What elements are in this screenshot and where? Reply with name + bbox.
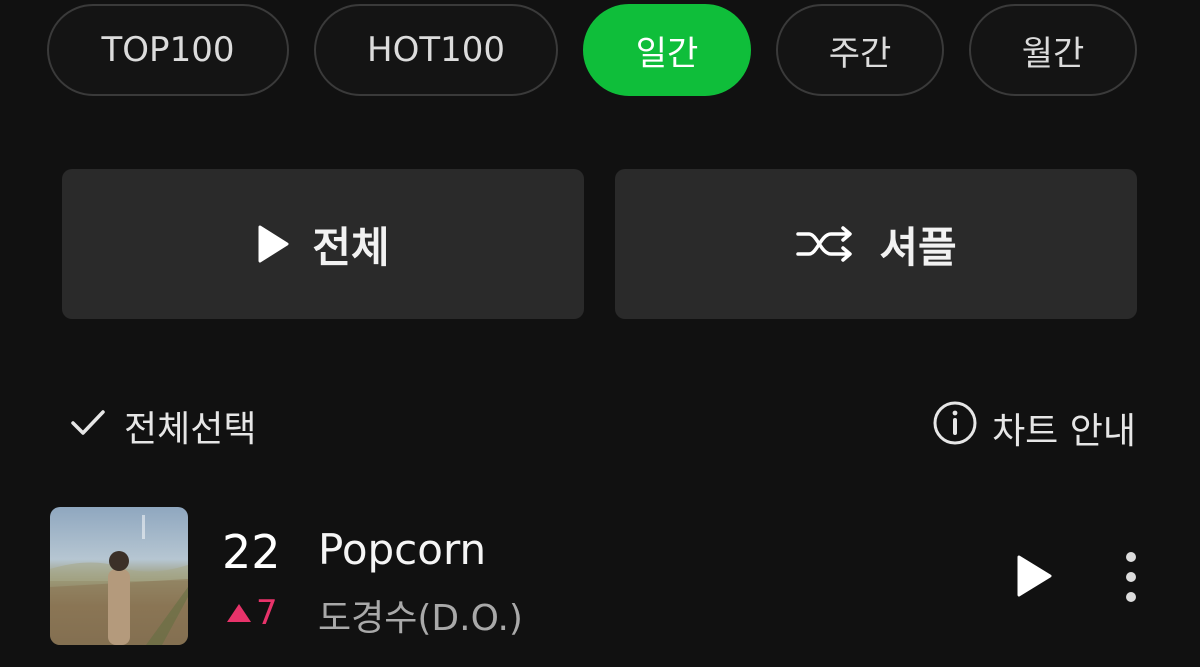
play-icon — [1014, 555, 1054, 603]
more-vertical-icon — [1120, 552, 1142, 607]
play-all-button[interactable]: 전체 — [62, 169, 584, 319]
shuffle-button[interactable]: 셔플 — [615, 169, 1137, 319]
more-options-button[interactable] — [1120, 551, 1142, 607]
rank-number: 22 — [222, 525, 281, 579]
song-title[interactable]: Popcorn — [318, 525, 486, 574]
check-icon — [70, 406, 106, 447]
tab-daily[interactable]: 일간 — [583, 4, 751, 96]
tab-weekly[interactable]: 주간 — [776, 4, 944, 96]
select-all-label: 전체선택 — [124, 409, 257, 450]
tab-hot100[interactable]: HOT100 — [314, 4, 558, 96]
tab-top100[interactable]: TOP100 — [47, 4, 289, 96]
album-art[interactable] — [50, 507, 188, 645]
info-icon — [932, 400, 978, 455]
shuffle-icon — [795, 224, 857, 264]
rank-change-value: 7 — [256, 593, 278, 633]
rank-up-icon — [226, 593, 252, 633]
song-row[interactable]: 22 7 Popcorn 도경수(D.O.) — [0, 507, 1200, 647]
rank-change: 7 — [226, 593, 278, 633]
play-all-label: 전체 — [312, 222, 390, 272]
playback-actions: 전체 셔플 — [62, 169, 1137, 319]
select-all-toggle[interactable]: 전체선택 — [70, 400, 256, 452]
chart-guide-label: 차트 안내 — [992, 410, 1136, 452]
chart-period-tabs: TOP100 HOT100 일간 주간 월간 — [47, 4, 1137, 96]
play-icon — [256, 224, 290, 264]
shuffle-label: 셔플 — [879, 222, 957, 272]
chart-guide-link[interactable]: 차트 안내 — [932, 400, 1136, 455]
song-play-button[interactable] — [1014, 553, 1054, 603]
song-artist[interactable]: 도경수(D.O.) — [318, 589, 523, 641]
tab-monthly[interactable]: 월간 — [969, 4, 1137, 96]
